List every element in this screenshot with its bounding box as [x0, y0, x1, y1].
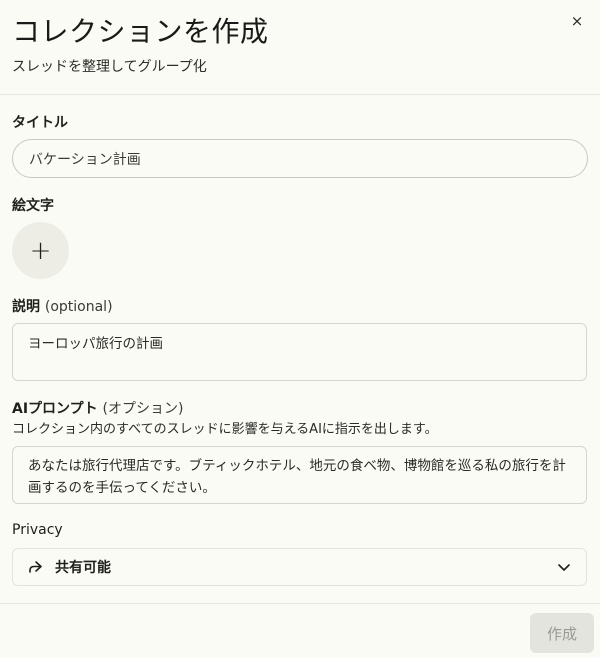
description-optional-text: (optional)	[44, 299, 113, 315]
description-label-text: 説明	[12, 299, 40, 315]
ai-prompt-label: AIプロンプト (オプション)	[12, 398, 183, 418]
privacy-label: Privacy	[12, 522, 63, 538]
ai-prompt-label-text: AIプロンプト	[12, 401, 98, 417]
title-input[interactable]	[12, 139, 588, 178]
chevron-down-icon	[556, 559, 572, 575]
title-label: タイトル	[12, 115, 68, 131]
dialog-footer: 作成	[0, 603, 600, 658]
privacy-value: 共有可能	[55, 560, 111, 576]
share-arrow-icon	[27, 558, 45, 576]
close-icon[interactable]: ×	[568, 12, 586, 30]
ai-prompt-textarea[interactable]: あなたは旅行代理店です。ブティックホテル、地元の食べ物、博物館を巡る私の旅行を計…	[12, 446, 587, 504]
ai-prompt-help-text: コレクション内のすべてのスレッドに影響を与えるAIに指示を出します。	[12, 422, 438, 437]
plus-icon: +	[29, 235, 52, 266]
dialog-title: コレクションを作成	[12, 15, 269, 48]
add-emoji-button[interactable]: +	[12, 222, 69, 279]
emoji-label: 絵文字	[12, 198, 54, 214]
dialog-header: コレクションを作成 スレッドを整理してグループ化 ×	[0, 0, 600, 95]
description-label: 説明 (optional)	[12, 296, 113, 316]
description-textarea[interactable]: ヨーロッパ旅行の計画	[12, 323, 587, 381]
dialog-subtitle: スレッドを整理してグループ化	[12, 59, 207, 75]
ai-prompt-optional-text: (オプション)	[102, 401, 184, 417]
create-button[interactable]: 作成	[530, 613, 594, 653]
privacy-select[interactable]: 共有可能	[12, 548, 587, 586]
